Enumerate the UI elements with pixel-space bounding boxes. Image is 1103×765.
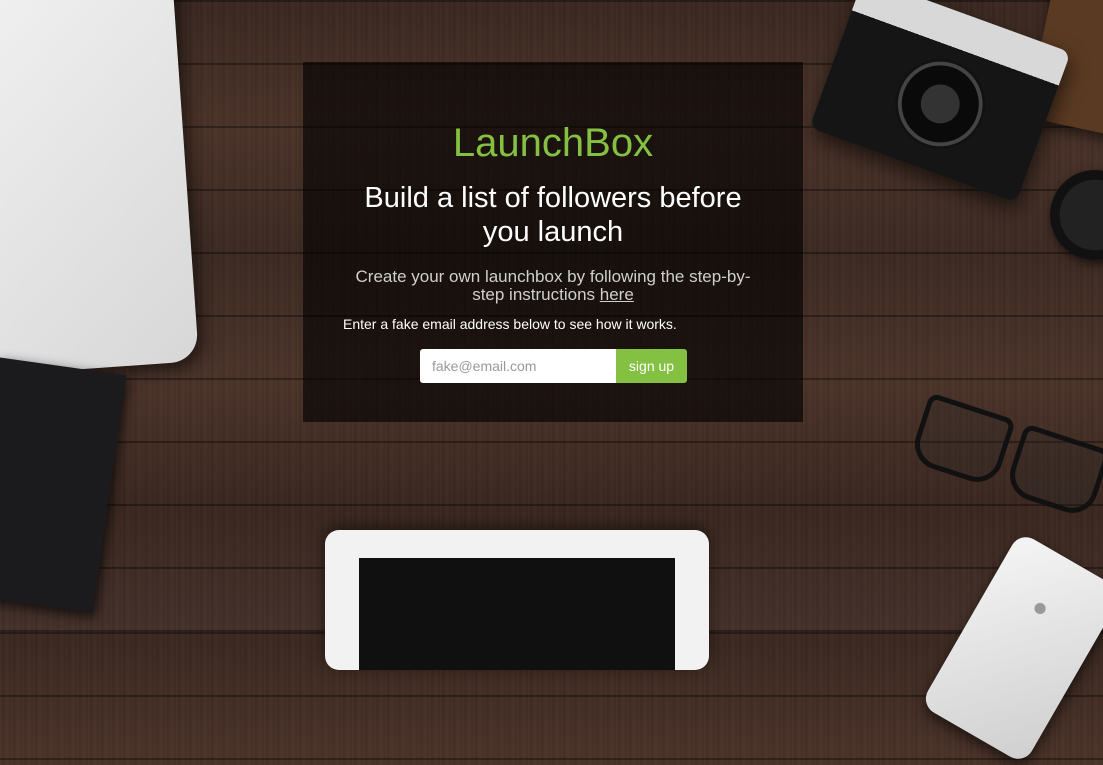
email-input[interactable] xyxy=(420,349,616,383)
tablet-image xyxy=(325,530,709,670)
subtext-body: Create your own launchbox by following t… xyxy=(355,267,751,304)
headline: Build a list of followers before you lau… xyxy=(364,182,742,248)
instructions-text: Enter a fake email address below to see … xyxy=(343,316,677,332)
laptop-image xyxy=(0,0,200,379)
notebook-image xyxy=(0,357,127,613)
instructions-link[interactable]: here xyxy=(600,285,634,304)
apple-icon: ● xyxy=(1026,590,1056,624)
signup-panel: LaunchBox Build a list of followers befo… xyxy=(303,62,803,422)
lens-cap-image xyxy=(1050,170,1103,260)
glasses-right-lens xyxy=(1003,423,1103,520)
brand-title: LaunchBox xyxy=(452,121,654,165)
phone-image: ● xyxy=(920,531,1103,765)
camera-lens xyxy=(882,46,998,162)
tablet-screen xyxy=(359,558,675,670)
glasses-left-lens xyxy=(908,392,1017,489)
glasses-image xyxy=(893,370,1103,540)
subtext: Create your own launchbox by following t… xyxy=(348,268,758,304)
camera-image xyxy=(809,0,1071,203)
signup-form: sign up xyxy=(420,349,687,383)
sign-up-button[interactable]: sign up xyxy=(616,349,687,383)
